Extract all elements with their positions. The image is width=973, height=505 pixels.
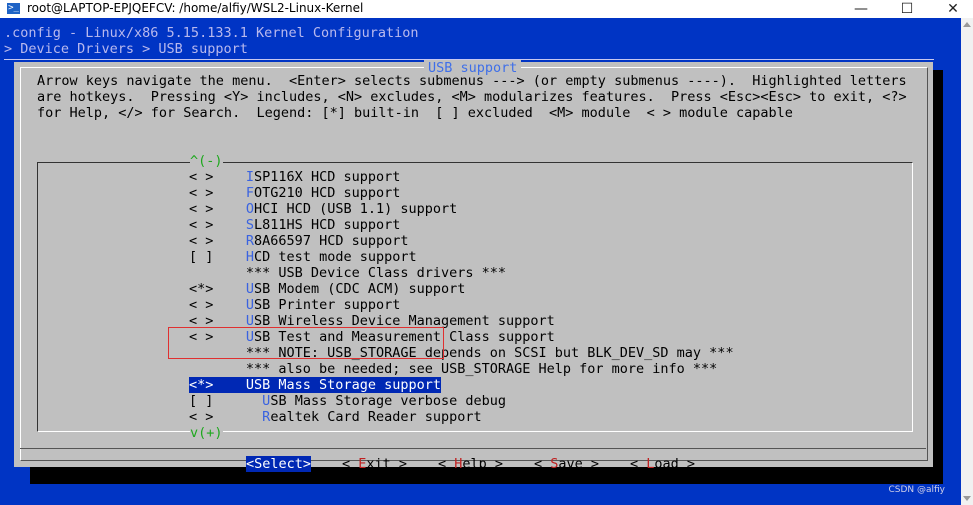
menu-item-label: *** USB Device Class drivers *** xyxy=(245,265,506,281)
select-button[interactable]: <Select> xyxy=(246,456,312,472)
menu-item-state: < > xyxy=(189,169,214,185)
menu-item-state: < > xyxy=(189,201,214,217)
scroll-down-arrow-icon[interactable] xyxy=(963,496,971,501)
scroll-up-indicator: ^(-) xyxy=(190,153,223,169)
menu-item-hotkey: H xyxy=(245,249,255,265)
terminal-area: .config - Linux/x86 5.15.133.1 Kernel Co… xyxy=(0,18,961,505)
terminal-icon: >_ xyxy=(7,3,20,14)
menu-item-hotkey: O xyxy=(245,201,255,217)
menu-item[interactable]: < > Realtek Card Reader support xyxy=(189,409,482,425)
menu-item-selected[interactable]: <*> USB Mass Storage support xyxy=(189,377,441,393)
menu-item-hotkey: U xyxy=(245,281,255,297)
menu-item-hotkey: F xyxy=(245,185,255,201)
menu-item[interactable]: < > OHCI HCD (USB 1.1) support xyxy=(189,201,457,217)
menu-item-label: SB Printer support xyxy=(254,297,401,313)
menu-item-state xyxy=(189,361,213,377)
exit-button[interactable]: < Exit > xyxy=(342,456,407,472)
menu-item-hotkey: R xyxy=(245,233,255,249)
watermark: CSDN @alfiy xyxy=(888,485,945,495)
menu-item-label: *** also be needed; see USB_STORAGE Help… xyxy=(245,361,718,377)
window-titlebar: >_ root@LAPTOP-EPJQEFCV: /home/alfiy/WSL… xyxy=(0,0,973,18)
button-bar-divider xyxy=(20,448,926,449)
menu-item-label: OTG210 HCD support xyxy=(254,185,401,201)
menu-item-label: HCI HCD (USB 1.1) support xyxy=(254,201,458,217)
save-button[interactable]: < Save > xyxy=(534,456,599,472)
scroll-up-arrow-icon[interactable] xyxy=(963,22,971,27)
annotation-highlight-box xyxy=(168,327,444,359)
menu-item-state: [ ] xyxy=(189,249,214,265)
window-title: root@LAPTOP-EPJQEFCV: /home/alfiy/WSL2-L… xyxy=(27,1,364,15)
menu-item-state: < > xyxy=(189,217,214,233)
menu-item[interactable]: [ ] HCD test mode support xyxy=(189,249,417,265)
menu-item-label: SB Mass Storage verbose debug xyxy=(270,393,507,409)
maximize-button[interactable]: ☐ xyxy=(884,0,930,18)
menu-item[interactable]: < > ISP116X HCD support xyxy=(189,169,400,185)
help-text-line: for Help, </> for Search. Legend: [*] bu… xyxy=(37,105,793,121)
load-button[interactable]: < Load > xyxy=(630,456,695,472)
breadcrumb: > Device Drivers > USB support xyxy=(4,41,248,57)
menu-item[interactable]: < > FOTG210 HCD support xyxy=(189,185,400,201)
menu-item-state: < > xyxy=(189,297,214,313)
help-text-line: are hotkeys. Pressing <Y> includes, <N> … xyxy=(37,89,907,105)
menu-item-hotkey: I xyxy=(245,169,255,185)
menu-item-label: 8A66597 HCD support xyxy=(254,233,409,249)
menu-item-state: <*> xyxy=(189,377,214,393)
menu-item-hotkey: S xyxy=(245,217,255,233)
menuconfig-dialog: USB support Arrow keys navigate the menu… xyxy=(14,60,933,472)
menu-item[interactable]: *** also be needed; see USB_STORAGE Help… xyxy=(189,361,717,377)
menu-item[interactable]: <*> USB Modem (CDC ACM) support xyxy=(189,281,465,297)
menu-item-state xyxy=(189,265,213,281)
menu-item[interactable]: [ ] USB Mass Storage verbose debug xyxy=(189,393,506,409)
menu-item-state: [ ] xyxy=(189,393,214,409)
minimize-button[interactable]: — xyxy=(838,0,884,18)
menu-list-box xyxy=(37,162,913,432)
menu-item[interactable]: < > SL811HS HCD support xyxy=(189,217,400,233)
menu-item-label: SB Modem (CDC ACM) support xyxy=(254,281,466,297)
help-button[interactable]: < Help > xyxy=(438,456,503,472)
menu-item[interactable]: < > USB Printer support xyxy=(189,297,400,313)
terminal-scrollbar[interactable] xyxy=(961,18,973,505)
close-button[interactable]: ✕ xyxy=(930,0,973,18)
menu-item[interactable]: < > R8A66597 HCD support xyxy=(189,233,408,249)
menu-item-state: < > xyxy=(189,233,214,249)
help-text-line: Arrow keys navigate the menu. <Enter> se… xyxy=(37,73,907,89)
menu-item-label: ealtek Card Reader support xyxy=(270,409,482,425)
menu-item-state: < > xyxy=(189,185,214,201)
menu-item-label: USB Mass Storage support xyxy=(245,377,441,393)
menu-item-label: SP116X HCD support xyxy=(254,169,401,185)
menu-item-state: <*> xyxy=(189,281,214,297)
menu-item-hotkey: U xyxy=(245,297,255,313)
dialog-shadow xyxy=(933,70,943,475)
menu-item-state: < > xyxy=(189,409,214,425)
menu-item-label: CD test mode support xyxy=(254,249,417,265)
config-header: .config - Linux/x86 5.15.133.1 Kernel Co… xyxy=(4,25,419,41)
scroll-down-indicator: v(+) xyxy=(190,425,223,441)
menu-item[interactable]: *** USB Device Class drivers *** xyxy=(189,265,506,281)
menu-item-label: L811HS HCD support xyxy=(254,217,401,233)
selection-bar: <*> USB Mass Storage support xyxy=(189,377,441,393)
